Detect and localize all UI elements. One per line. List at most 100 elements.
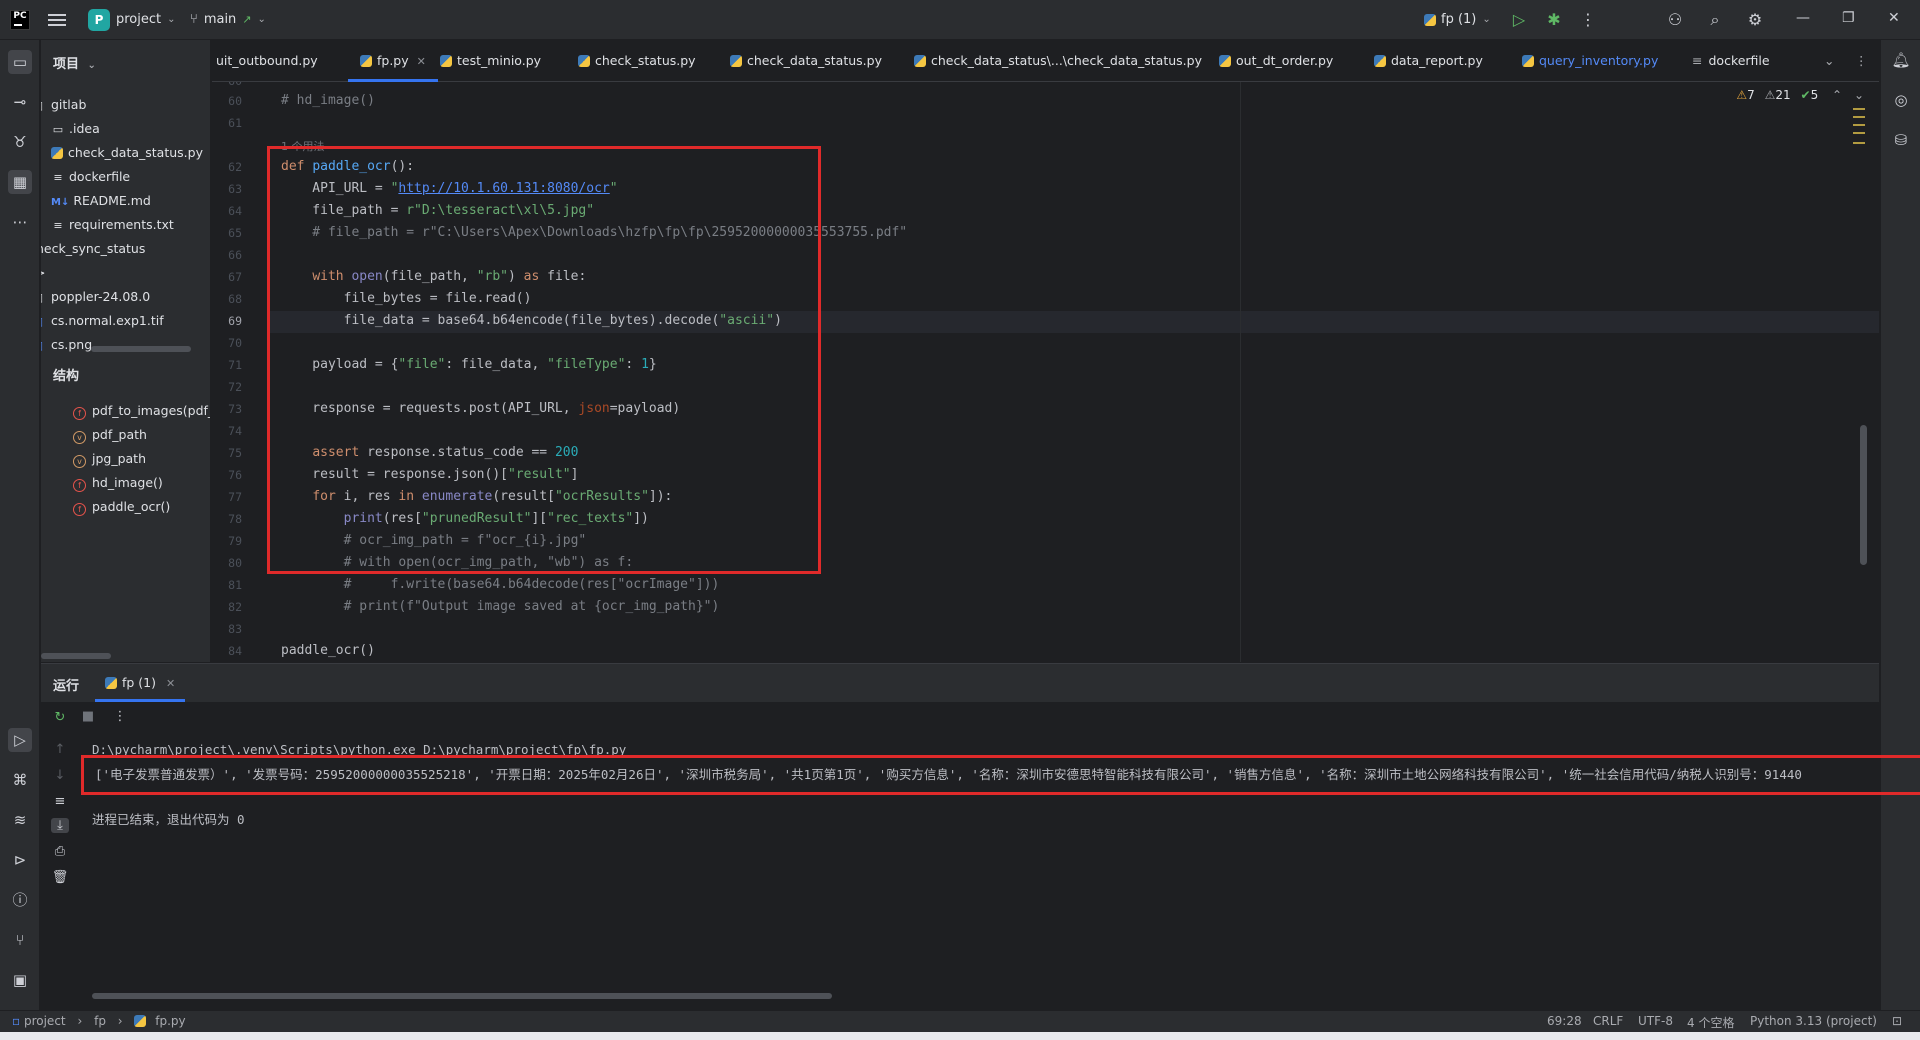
tab-check-data-status[interactable]: check_data_status.py <box>730 40 882 82</box>
tab-uit-outbound[interactable]: uit_outbound.py <box>216 40 318 82</box>
debug-icon[interactable]: ✱ <box>1544 10 1564 30</box>
indent-setting[interactable]: 4 个空格 <box>1687 1014 1734 1031</box>
python-console-icon[interactable]: ⌘ <box>8 768 32 792</box>
structure-item-jpg-path[interactable]: v jpg_path <box>73 448 146 470</box>
structure-horizontal-scrollbar[interactable] <box>41 653 111 659</box>
line-number: 74 <box>228 424 242 438</box>
tab-label: check_data_status.py <box>747 53 882 68</box>
breadcrumb-item[interactable]: project <box>24 1014 66 1028</box>
scroll-down-icon[interactable]: ↓ <box>51 768 69 783</box>
tree-item-gitlab[interactable]: ▯ gitlab <box>41 94 86 116</box>
trash-icon[interactable]: 🗑︎ <box>51 870 69 885</box>
close-icon[interactable]: ✕ <box>1888 10 1900 26</box>
branch-switcher[interactable]: ⑂ main ↗ ⌄ <box>190 12 266 27</box>
tree-item-tif[interactable]: ▯ cs.normal.exp1.tif <box>41 310 164 332</box>
tree-item-collapsed[interactable]: > <box>41 262 45 284</box>
main-menu-icon[interactable] <box>48 11 66 29</box>
close-tab-icon[interactable]: ✕ <box>417 55 426 68</box>
structure-icon[interactable]: ▦ <box>8 170 32 194</box>
line-separator[interactable]: CRLF <box>1593 1014 1623 1028</box>
function-icon: f <box>73 407 86 420</box>
next-highlight-icon[interactable]: ⌄ <box>1854 88 1864 102</box>
caret-position[interactable]: 69:28 <box>1547 1014 1582 1028</box>
search-icon[interactable]: ⌕ <box>1705 10 1725 30</box>
settings-gear-icon[interactable]: ⚙ <box>1745 10 1765 30</box>
project-folder-icon[interactable]: ▭ <box>8 50 32 74</box>
tree-item-dockerfile[interactable]: ≡ dockerfile <box>51 166 130 188</box>
file-encoding[interactable]: UTF-8 <box>1638 1014 1673 1028</box>
structure-item-hd-image[interactable]: f hd_image() <box>73 472 163 494</box>
project-panel-title[interactable]: 项目 ⌄ <box>53 53 96 72</box>
run-panel-title: 运行 <box>53 679 80 694</box>
markdown-file-icon: M↓ <box>51 197 70 208</box>
services-icon[interactable]: ⊳ <box>8 848 32 872</box>
run-icon[interactable]: ▷ <box>1509 10 1529 30</box>
restore-icon[interactable]: ❐ <box>1842 10 1855 26</box>
text-file-icon: ≡ <box>1692 53 1703 68</box>
structure-item-paddle-ocr[interactable]: f paddle_ocr() <box>73 496 170 518</box>
project-badge[interactable]: P <box>88 9 110 31</box>
branch-name: main <box>203 12 237 27</box>
inspection-widget[interactable]: ⚠7 ⚠21 ✔5 ⌃ ⌄ <box>1736 88 1864 102</box>
breadcrumb-item[interactable]: fp.py <box>155 1014 185 1028</box>
pull-requests-icon[interactable]: ♉ <box>8 130 32 154</box>
problems-icon[interactable]: ⓘ <box>8 888 32 912</box>
structure-item-pdf-to-images[interactable]: f pdf_to_images(pdf_p <box>73 400 210 422</box>
previous-highlight-icon[interactable]: ⌃ <box>1832 88 1842 102</box>
more-actions-icon[interactable]: ⋮ <box>1578 10 1598 30</box>
print-icon[interactable]: ⎙ <box>51 844 69 859</box>
git-icon[interactable]: ⑂ <box>8 928 32 952</box>
lock-icon[interactable]: ⊡ <box>1892 1014 1902 1028</box>
project-switcher[interactable]: project ⌄ <box>116 12 176 27</box>
database-icon[interactable]: ⛁ <box>1889 128 1913 152</box>
more-actions-icon[interactable]: ⋮ <box>111 709 129 724</box>
code-editor[interactable]: ⚠7 ⚠21 ✔5 ⌃ ⌄ 60 60 61 62 63 64 65 66 67… <box>212 82 1879 662</box>
tree-item-idea[interactable]: ▭ .idea <box>51 118 100 140</box>
terminal-icon[interactable]: ▣ <box>8 968 32 992</box>
ai-assistant-icon[interactable]: ◎ <box>1889 88 1913 112</box>
tab-query-inventory[interactable]: query_inventory.py <box>1522 40 1658 82</box>
python-interpreter[interactable]: Python 3.13 (project) <box>1750 1014 1877 1028</box>
tab-test-minio[interactable]: test_minio.py <box>440 40 541 82</box>
run-tool-icon[interactable]: ▷ <box>8 728 32 752</box>
minimize-icon[interactable]: — <box>1796 10 1810 26</box>
project-name: project <box>116 12 162 27</box>
run-config-selector[interactable]: fp (1) ⌄ <box>1424 12 1491 27</box>
tree-item-sync-status[interactable]: heck_sync_status <box>41 238 145 260</box>
tree-item-requirements[interactable]: ≡ requirements.txt <box>51 214 173 236</box>
tab-label: dockerfile <box>1708 53 1770 68</box>
tab-list-chevron-icon[interactable]: ⌄ <box>1824 40 1834 82</box>
tree-horizontal-scrollbar[interactable] <box>91 346 191 352</box>
tab-fp[interactable]: fp.py ✕ <box>348 40 438 82</box>
commit-icon[interactable]: ⊸ <box>8 90 32 114</box>
tab-more-icon[interactable]: ⋮ <box>1855 40 1868 82</box>
tab-check-data-status-path[interactable]: check_data_status\...\check_data_status.… <box>914 40 1202 82</box>
layers-icon[interactable]: ≋ <box>8 808 32 832</box>
tab-out-dt-order[interactable]: out_dt_order.py <box>1219 40 1333 82</box>
notifications-bell-icon[interactable]: 🔔︎ <box>1889 48 1913 72</box>
tab-data-report[interactable]: data_report.py <box>1374 40 1483 82</box>
tree-item-poppler[interactable]: ▯ poppler-24.08.0 <box>41 286 150 308</box>
editor-vertical-scrollbar[interactable] <box>1860 425 1867 565</box>
run-tab-fp[interactable]: fp (1) ✕ <box>95 664 186 702</box>
tree-item-cs-png[interactable]: ▯ cs.png <box>41 334 92 356</box>
tree-item-readme[interactable]: M↓ README.md <box>51 190 151 212</box>
scroll-up-icon[interactable]: ↑ <box>51 742 69 757</box>
tab-check-status[interactable]: check_status.py <box>578 40 696 82</box>
soft-wrap-icon[interactable]: ≡ <box>51 794 69 809</box>
structure-item-pdf-path[interactable]: v pdf_path <box>73 424 147 446</box>
tab-dockerfile[interactable]: ≡ dockerfile <box>1692 40 1770 82</box>
breadcrumb-item[interactable]: fp <box>94 1014 106 1028</box>
close-tab-icon[interactable]: ✕ <box>166 677 175 690</box>
scroll-to-end-icon[interactable]: ⤓ <box>51 818 69 833</box>
more-tools-icon[interactable]: ⋯ <box>8 210 32 234</box>
code-line: paddle_ocr() <box>281 643 375 658</box>
console-horizontal-scrollbar[interactable] <box>92 993 832 999</box>
stop-icon[interactable]: ■ <box>79 709 97 724</box>
tree-item-check-data-status[interactable]: check_data_status.py <box>51 142 203 164</box>
add-user-icon[interactable]: ⚇ <box>1665 10 1685 30</box>
git-branch-icon: ⑂ <box>190 12 198 27</box>
line-number: 69 <box>228 314 242 328</box>
rerun-icon[interactable]: ↻ <box>51 710 69 725</box>
text-file-icon: ≡ <box>53 171 63 184</box>
